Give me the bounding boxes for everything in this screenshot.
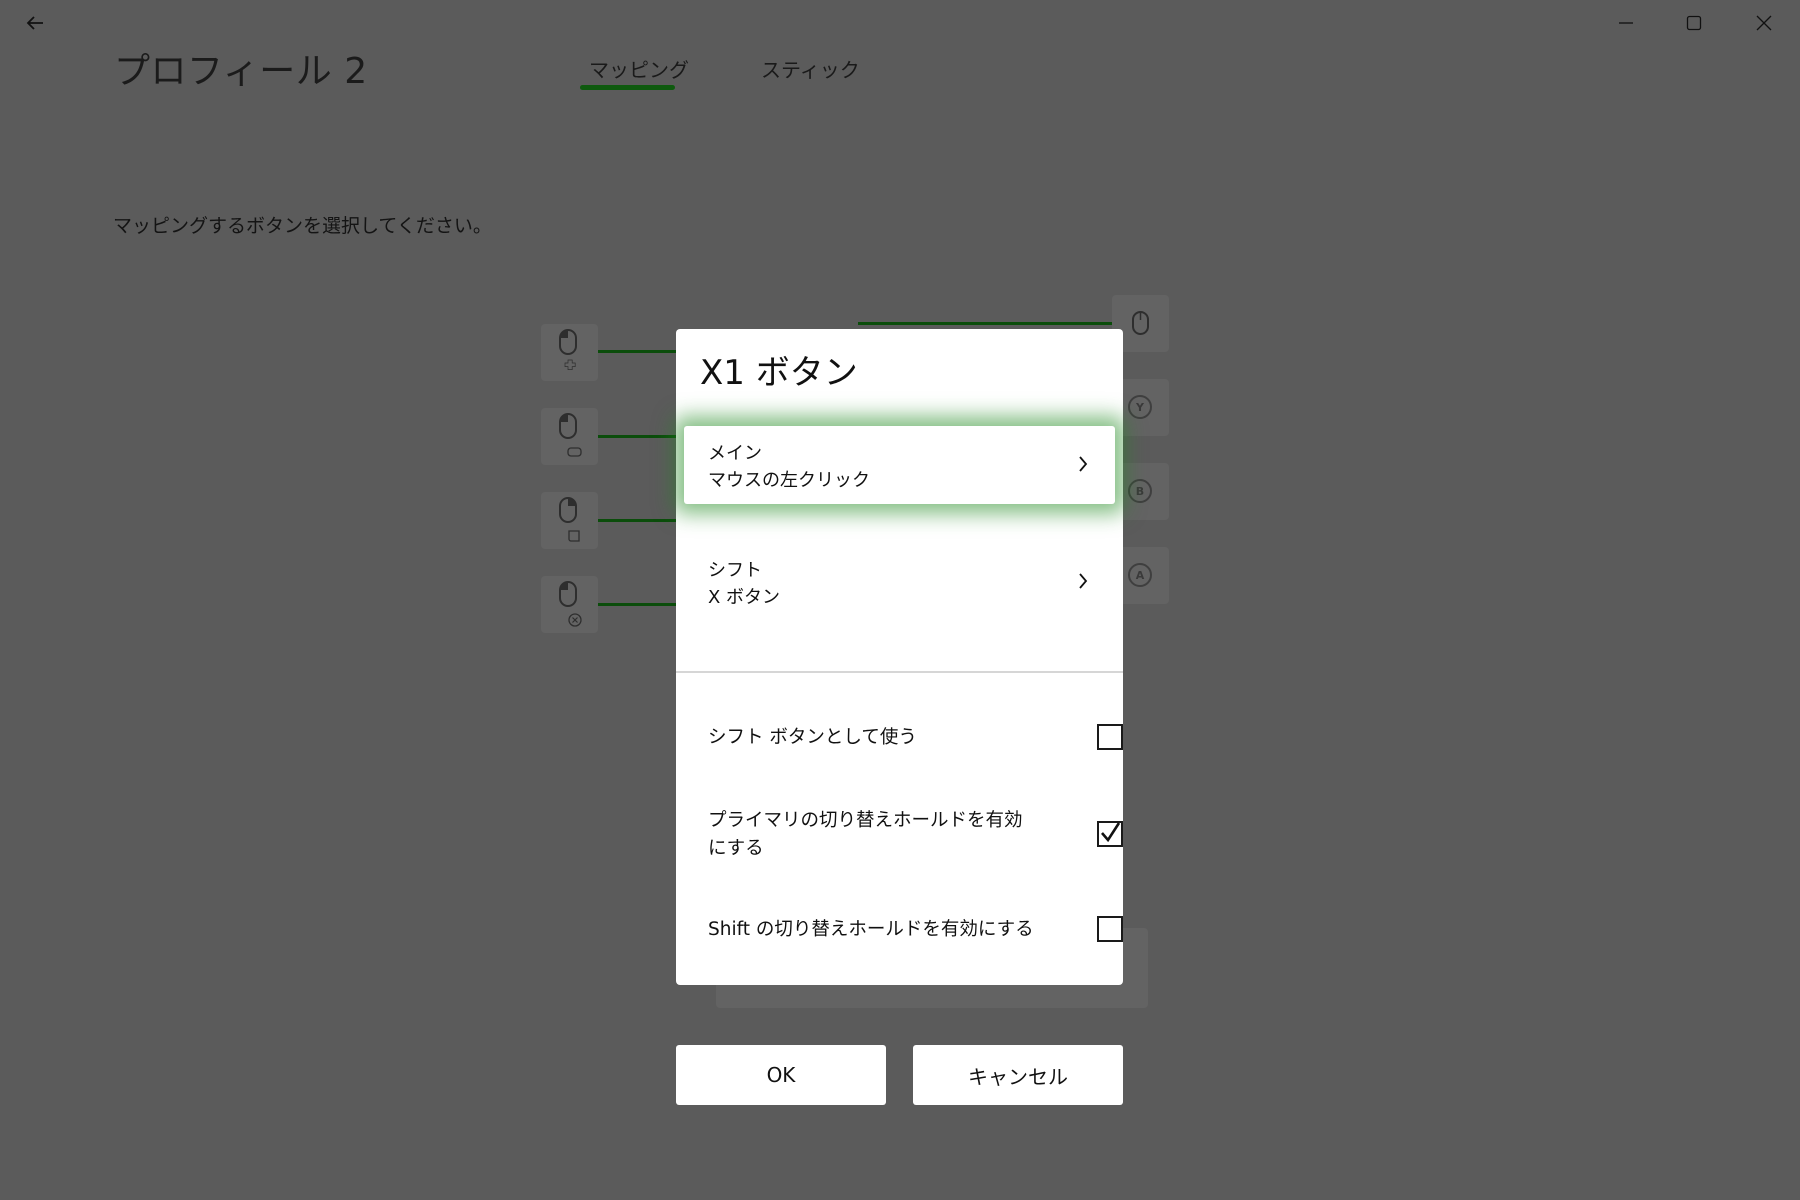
back-button[interactable] xyxy=(12,6,58,40)
a-button-icon: A xyxy=(1128,563,1152,587)
maximize-icon xyxy=(1686,15,1702,31)
option-main[interactable]: メイン マウスの左クリック xyxy=(684,426,1115,504)
left-mapping-tile-1[interactable] xyxy=(541,324,598,381)
use-as-shift-checkbox[interactable] xyxy=(1097,724,1123,750)
close-button[interactable] xyxy=(1741,6,1787,40)
mouse-lb-icon xyxy=(559,413,582,457)
tab-mapping[interactable]: マッピング xyxy=(589,54,689,83)
option-shift-label: シフト xyxy=(708,560,762,581)
option-main-value: マウスの左クリック xyxy=(708,470,870,491)
checkbox-row-primary-toggle-hold[interactable]: プライマリの切り替えホールドを有効にする xyxy=(708,807,1123,863)
left-mapping-tile-2[interactable] xyxy=(541,408,598,465)
mouse-dpad-icon xyxy=(559,329,577,370)
connector-line xyxy=(858,322,1113,325)
page-title: プロフィール 2 xyxy=(114,51,368,92)
checkbox-row-use-as-shift[interactable]: シフト ボタンとして使う xyxy=(708,724,1123,752)
ok-button[interactable]: OK xyxy=(676,1045,886,1105)
mouse-x-icon xyxy=(559,581,582,627)
connector-line xyxy=(598,435,678,438)
y-button-icon: Y xyxy=(1128,395,1152,419)
minimize-button[interactable] xyxy=(1603,6,1649,40)
checkbox-label: シフト ボタンとして使う xyxy=(708,727,917,748)
checkbox-row-shift-toggle-hold[interactable]: Shift の切り替えホールドを有効にする xyxy=(708,916,1123,944)
cancel-button[interactable]: キャンセル xyxy=(913,1045,1123,1105)
option-shift-value: X ボタン xyxy=(708,587,781,608)
connector-line xyxy=(598,350,678,353)
tab-stick[interactable]: スティック xyxy=(761,54,860,83)
checkbox-label: Shift の切り替えホールドを有効にする xyxy=(708,919,1034,940)
primary-toggle-hold-checkbox[interactable] xyxy=(1097,821,1123,847)
connector-line xyxy=(598,603,678,606)
mouse-lt-icon xyxy=(559,497,580,542)
minimize-icon xyxy=(1619,22,1633,24)
close-icon xyxy=(1756,15,1772,31)
x1-button-dialog: X1 ボタン メイン マウスの左クリック シフト X ボタン シフト ボタンとし… xyxy=(676,329,1123,985)
chevron-right-icon xyxy=(1079,456,1088,472)
left-mapping-tile-4[interactable] xyxy=(541,576,598,633)
chevron-right-icon xyxy=(1079,573,1088,589)
arrow-left-icon xyxy=(26,16,43,30)
left-mapping-tile-3[interactable] xyxy=(541,492,598,549)
instructions-text: マッピングするボタンを選択してください。 xyxy=(113,215,492,237)
checkbox-label: プライマリの切り替えホールドを有効にする xyxy=(708,810,1023,859)
divider xyxy=(676,671,1123,673)
shift-toggle-hold-checkbox[interactable] xyxy=(1097,916,1123,942)
option-shift[interactable]: シフト X ボタン xyxy=(684,543,1115,621)
active-tab-indicator xyxy=(580,85,675,90)
dialog-title: X1 ボタン xyxy=(700,353,858,393)
maximize-button[interactable] xyxy=(1671,6,1717,40)
b-button-icon: B xyxy=(1128,479,1152,503)
checkmark-icon xyxy=(1101,822,1121,843)
connector-line xyxy=(598,519,678,522)
option-main-label: メイン xyxy=(708,443,762,464)
